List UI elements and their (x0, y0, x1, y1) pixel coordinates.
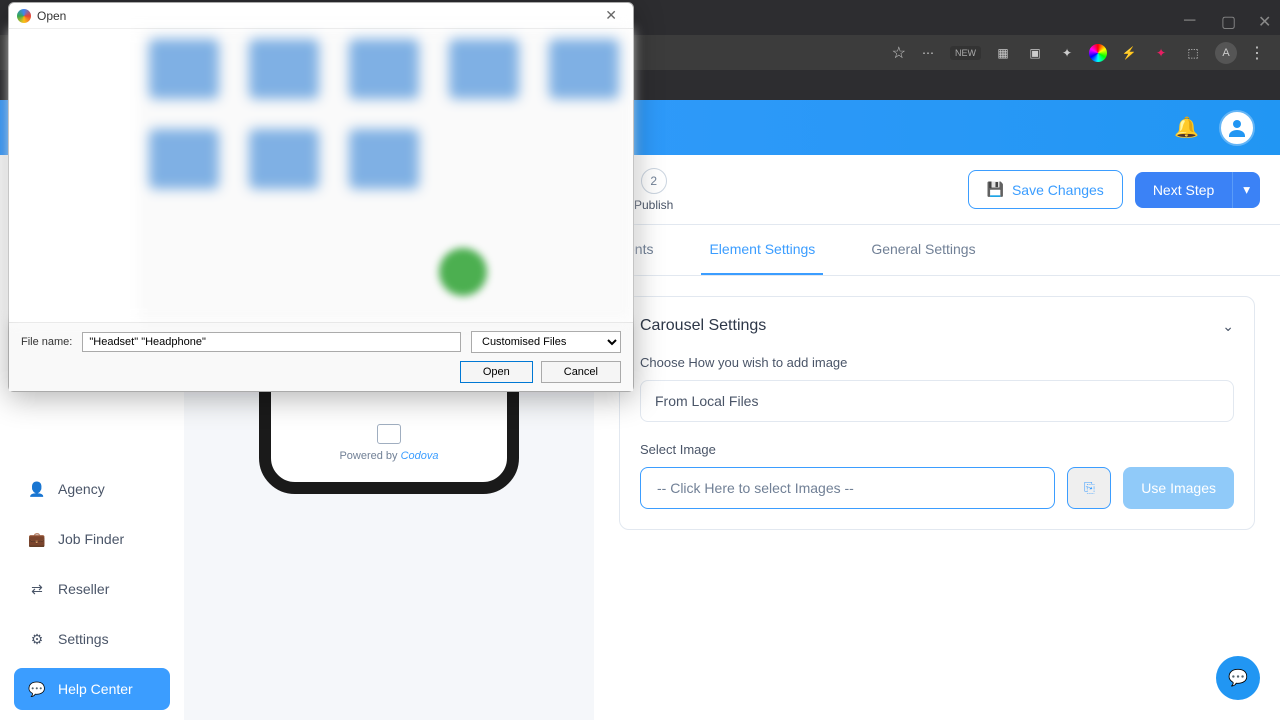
filetype-select[interactable]: Customised Files (471, 331, 621, 353)
extension-icon-4[interactable]: ✦ (1057, 43, 1077, 63)
gear-icon: ⚙ (28, 630, 46, 648)
accordion-title: Carousel Settings (640, 317, 766, 335)
tab-general-settings[interactable]: General Settings (863, 225, 983, 275)
extension-icon-2[interactable]: ▦ (993, 43, 1013, 63)
sidebar-item-agency[interactable]: 👤 Agency (14, 468, 170, 510)
filename-label: File name: (21, 336, 72, 348)
chat-icon: 💬 (1228, 668, 1248, 688)
image-source-dropdown[interactable]: From Local Files (640, 380, 1234, 422)
cursor-highlight (439, 248, 487, 296)
file-open-dialog: Open ✕ File name: Customised Files Open … (8, 2, 634, 392)
close-window-icon[interactable]: ✕ (1258, 12, 1270, 24)
agency-icon: 👤 (28, 480, 46, 498)
tabs: ents Element Settings General Settings (594, 225, 1280, 276)
filename-input[interactable] (82, 332, 461, 352)
upload-icon: ⎘ (1084, 480, 1095, 496)
choose-method-label: Choose How you wish to add image (640, 355, 1234, 370)
color-picker-icon[interactable] (1089, 44, 1107, 62)
dialog-file-browser[interactable] (9, 29, 633, 322)
extension-icon-5[interactable]: ⚡ (1119, 43, 1139, 63)
tab-element-settings[interactable]: Element Settings (701, 225, 823, 275)
step-number: 2 (641, 168, 667, 194)
briefcase-icon: 💼 (28, 530, 46, 548)
chevron-down-icon: ⌄ (1222, 318, 1234, 335)
chrome-icon (17, 9, 31, 23)
sidebar-item-reseller[interactable]: ⇄ Reseller (14, 568, 170, 610)
dialog-title: Open (37, 9, 66, 23)
step-label: Publish (634, 198, 673, 212)
top-actions: 2 Publish 💾 Save Changes Next Step ▾ (594, 155, 1280, 225)
dialog-titlebar: Open ✕ (9, 3, 633, 29)
new-badge: NEW (950, 46, 981, 60)
use-images-button[interactable]: Use Images (1123, 467, 1234, 509)
user-avatar[interactable] (1219, 110, 1255, 146)
extension-icon-3[interactable]: ▣ (1025, 43, 1045, 63)
accordion-header[interactable]: Carousel Settings ⌄ (640, 317, 1234, 335)
sidebar-item-label: Agency (58, 481, 105, 497)
browse-image-button[interactable]: ⎘ (1067, 467, 1111, 509)
select-image-label: Select Image (640, 442, 1234, 457)
carousel-settings-card: Carousel Settings ⌄ Choose How you wish … (619, 296, 1255, 530)
image-placeholder-icon (377, 424, 401, 444)
cancel-button[interactable]: Cancel (541, 361, 621, 383)
maximize-icon[interactable]: ▢ (1221, 12, 1233, 24)
help-icon: 💬 (28, 680, 46, 698)
sidebar-item-help-center[interactable]: 💬 Help Center (14, 668, 170, 710)
bookmark-star-icon[interactable]: ☆ (892, 43, 906, 63)
settings-content: Carousel Settings ⌄ Choose How you wish … (594, 276, 1280, 550)
sidebar-item-settings[interactable]: ⚙ Settings (14, 618, 170, 660)
reseller-icon: ⇄ (28, 580, 46, 598)
next-step-dropdown[interactable]: ▾ (1232, 172, 1260, 208)
browser-menu-icon[interactable]: ⋮ (1249, 43, 1265, 63)
save-icon: 💾 (987, 181, 1004, 198)
notifications-icon[interactable]: 🔔 (1174, 115, 1199, 140)
powered-by: Powered by Codova (285, 450, 493, 462)
step-publish[interactable]: 2 Publish (634, 168, 673, 212)
select-image-input[interactable]: -- Click Here to select Images -- (640, 467, 1055, 509)
open-button[interactable]: Open (460, 361, 533, 383)
browser-profile-avatar[interactable]: A (1215, 42, 1237, 64)
extension-icon[interactable]: ⋯ (918, 43, 938, 63)
sidebar-item-label: Reseller (58, 581, 109, 597)
dialog-footer: File name: Customised Files Open Cancel (9, 322, 633, 391)
sidebar-item-label: Help Center (58, 681, 133, 697)
sidebar-item-job-finder[interactable]: 💼 Job Finder (14, 518, 170, 560)
extension-icon-6[interactable]: ✦ (1151, 43, 1171, 63)
right-panel: 2 Publish 💾 Save Changes Next Step ▾ ent… (594, 155, 1280, 720)
sidebar-item-label: Settings (58, 631, 109, 647)
save-changes-button[interactable]: 💾 Save Changes (968, 170, 1123, 209)
extensions-icon[interactable]: ⬚ (1183, 43, 1203, 63)
minimize-icon[interactable]: ─ (1184, 12, 1196, 24)
next-step-button[interactable]: Next Step (1135, 172, 1232, 208)
dialog-close-button[interactable]: ✕ (597, 5, 625, 26)
chat-support-button[interactable]: 💬 (1216, 656, 1260, 700)
sidebar-item-label: Job Finder (58, 531, 124, 547)
